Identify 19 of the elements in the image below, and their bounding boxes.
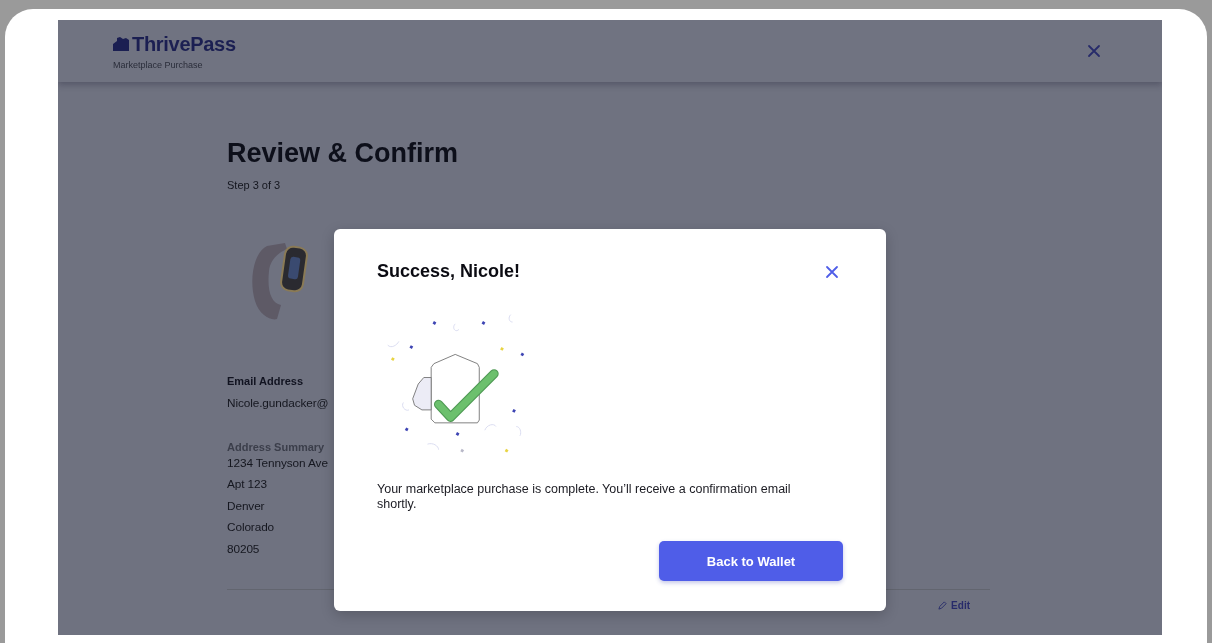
address-line: Denver — [227, 497, 266, 515]
brand-name: ThrivePass — [132, 32, 236, 56]
step-indicator: Step 3 of 3 — [227, 179, 282, 191]
page-title: Review & Confirm — [227, 138, 460, 169]
header-subtitle: Marketplace Purchase — [113, 59, 204, 70]
email-value: Nicole.gundacker@ — [227, 395, 330, 412]
back-to-wallet-button[interactable]: Back to Wallet — [659, 541, 843, 581]
address-line: Colorado — [227, 519, 276, 536]
pencil-icon — [938, 601, 948, 610]
edit-link[interactable]: Edit — [938, 600, 970, 611]
address-line: Apt 123 — [227, 476, 268, 493]
address-line: 80205 — [227, 540, 261, 558]
field-label: Email Address — [227, 375, 304, 387]
dialog-message: Your marketplace purchase is complete. You’ll receive a confirmation email shortly. — [377, 482, 792, 512]
close-icon[interactable] — [824, 263, 840, 280]
cloud-logo-icon — [113, 37, 129, 51]
address-line: 1234 Tennyson Ave — [227, 454, 329, 472]
dialog-title: Success, Nicole! — [377, 261, 521, 282]
close-icon[interactable] — [1086, 43, 1102, 59]
